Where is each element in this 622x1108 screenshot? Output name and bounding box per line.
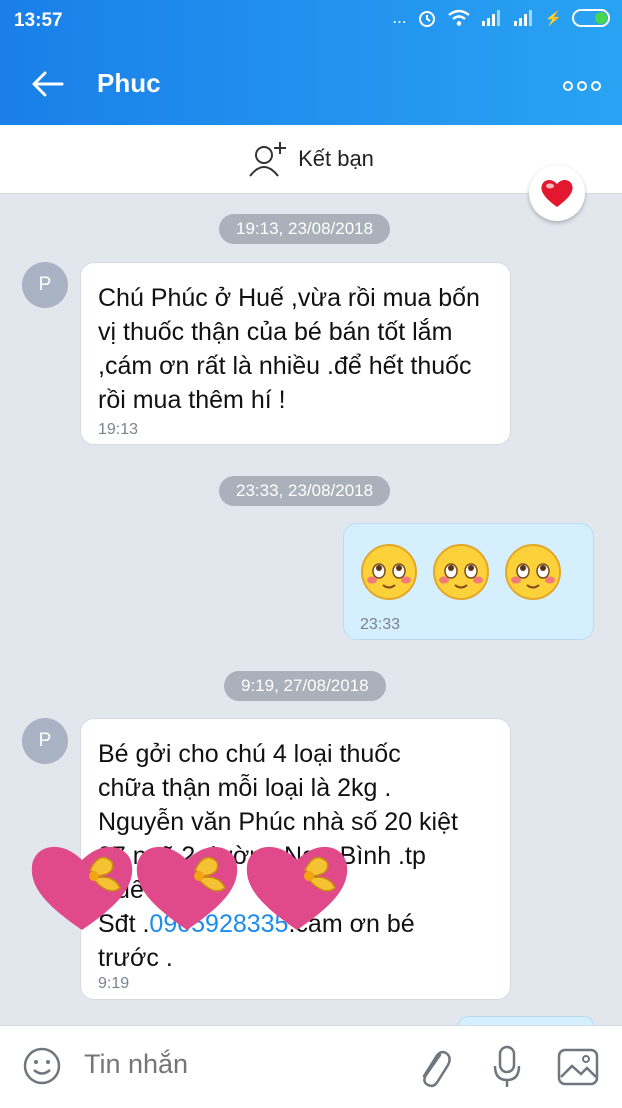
blushing-smile-emoji-icon — [361, 544, 417, 600]
message-input[interactable] — [82, 1048, 386, 1081]
message-composer — [0, 1025, 622, 1108]
avatar[interactable]: P — [22, 718, 68, 764]
microphone-icon[interactable] — [492, 1044, 522, 1090]
gift-heart-sticker-icon — [136, 846, 238, 930]
alarm-icon — [418, 11, 435, 27]
message-line: Nguyễn văn Phúc nhà số 20 kiệt — [98, 808, 458, 836]
contact-name[interactable]: Phuc — [97, 68, 161, 99]
blushing-smile-emoji-icon — [433, 544, 489, 600]
message-time: 23:33 — [360, 616, 401, 633]
blushing-smile-emoji-icon — [505, 544, 561, 600]
heart-icon — [541, 179, 573, 207]
add-friend-bar[interactable]: Kết bạn — [0, 125, 622, 194]
status-icons: ... ⚡ — [392, 8, 610, 28]
date-stamp: 19:13, 23/08/2018 — [219, 214, 391, 244]
message-line: chữa thận mỗi loại là 2kg . — [98, 774, 392, 802]
status-bar: 13:57 ... ⚡ — [0, 0, 622, 44]
wifi-icon — [447, 9, 470, 26]
message-bubble-incoming[interactable]: Chú Phúc ở Huế ,vừa rồi mua bốn vị thuốc… — [80, 262, 511, 445]
message-time: 9:19 — [98, 975, 130, 992]
message-time: 19:13 — [98, 421, 139, 438]
message-line: Bé gởi cho chú 4 loại thuốc — [98, 740, 401, 768]
reaction-heart-button[interactable] — [529, 165, 585, 221]
message-bubble-outgoing[interactable]: 23:33 — [343, 523, 594, 640]
status-time: 13:57 — [14, 10, 63, 31]
message-line: trước . — [98, 944, 173, 972]
add-friend-label: Kết bạn — [298, 146, 374, 171]
chat-header: Phuc — [0, 44, 622, 125]
signal-icon — [481, 10, 500, 26]
more-notifications-icon: ... — [392, 8, 407, 27]
charging-icon: ⚡ — [544, 9, 562, 26]
back-arrow-icon[interactable] — [28, 66, 68, 102]
date-stamp: 23:33, 23/08/2018 — [219, 476, 391, 506]
emoji-picker-icon[interactable] — [22, 1046, 62, 1086]
more-options-icon[interactable] — [562, 76, 602, 96]
signal-icon-2 — [513, 10, 532, 26]
emoji-row — [360, 543, 593, 601]
avatar-initial: P — [38, 730, 52, 751]
add-friend-icon — [249, 142, 287, 177]
date-stamp: 9:19, 27/08/2018 — [224, 671, 386, 701]
avatar[interactable]: P — [22, 262, 68, 308]
attachment-icon[interactable] — [416, 1045, 452, 1089]
gift-heart-sticker-icon — [246, 846, 348, 930]
message-text: Chú Phúc ở Huế ,vừa rồi mua bốn vị thuốc… — [98, 284, 480, 414]
image-picker-icon[interactable] — [556, 1047, 600, 1087]
gift-heart-sticker-icon — [31, 846, 133, 930]
avatar-initial: P — [38, 274, 52, 295]
battery-icon — [572, 9, 610, 27]
